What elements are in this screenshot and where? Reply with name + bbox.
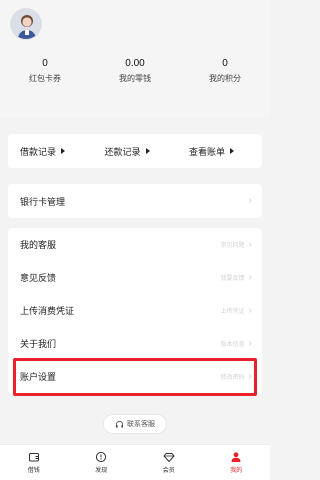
menu-item-label: 意见反馈 — [20, 273, 57, 283]
chevron-right-icon: › — [248, 195, 252, 206]
tab-bar: 借钱 发现 会员 我的 — [0, 444, 270, 480]
menu-item-label: 上传消费凭证 — [20, 306, 75, 316]
headset-icon — [115, 420, 124, 428]
wallet-icon — [28, 453, 39, 462]
bank-card: 银行卡管理 › — [8, 184, 262, 218]
record-label: 借款记录 — [20, 146, 57, 157]
chevron-right-icon: › — [248, 271, 252, 283]
menu-item-label: 关于我们 — [20, 339, 57, 349]
tab-label: 我的 — [230, 468, 243, 474]
contact-label: 联系客服 — [127, 421, 155, 428]
stat-label: 我的积分 — [209, 74, 241, 83]
chevron-right-icon: › — [248, 337, 252, 349]
tab-label: 借钱 — [27, 468, 40, 474]
repay-records-link[interactable]: 还款记录 — [91, 145, 162, 158]
highlight-box — [13, 358, 257, 396]
tab-borrow[interactable]: 借钱 — [0, 445, 68, 480]
caret-right-icon — [229, 148, 234, 154]
avatar[interactable] — [10, 8, 42, 40]
borrow-records-link[interactable]: 借款记录 — [8, 145, 91, 158]
tab-mine[interactable]: 我的 — [203, 445, 271, 480]
stat-coupons[interactable]: 0 红包卡券 — [0, 58, 90, 90]
compass-icon — [96, 451, 107, 463]
menu-item-customer-service[interactable]: 我的客服 常见问题 › — [8, 228, 262, 261]
record-label: 还款记录 — [104, 146, 141, 157]
caret-right-icon — [145, 148, 150, 154]
tab-discover[interactable]: 发现 — [68, 445, 136, 480]
menu-item-hint: 上传凭证 — [220, 309, 245, 315]
record-label: 查看账单 — [188, 146, 225, 157]
stats-bar: 0 红包卡券 0.00 我的零钱 0 我的积分 — [0, 58, 270, 90]
records-card: 借款记录 还款记录 查看账单 — [8, 134, 262, 168]
menu-item-label: 银行卡管理 — [20, 196, 66, 207]
menu-item-hint: 常见问题 — [220, 243, 245, 249]
tab-label: 发现 — [95, 468, 108, 474]
caret-right-icon — [61, 148, 66, 154]
diamond-icon — [163, 453, 175, 462]
tab-member[interactable]: 会员 — [135, 445, 203, 480]
menu-item-feedback[interactable]: 意见反馈 我要反馈 › — [8, 261, 262, 294]
menu-item-hint: 版本信息 — [220, 342, 245, 348]
stat-value: 0 — [222, 58, 228, 69]
stat-label: 我的零钱 — [119, 74, 151, 83]
chevron-right-icon: › — [248, 304, 252, 316]
menu-item-about-us[interactable]: 关于我们 版本信息 › — [8, 327, 262, 360]
stat-value: 0 — [42, 58, 48, 69]
menu-item-label: 我的客服 — [20, 240, 57, 250]
stat-label: 红包卡券 — [29, 74, 61, 83]
avatar-image — [11, 9, 41, 39]
user-icon — [231, 452, 241, 462]
stat-value: 0.00 — [125, 58, 145, 69]
view-bill-link[interactable]: 查看账单 — [163, 145, 262, 158]
contact-service-button[interactable]: 联系客服 — [103, 414, 167, 434]
menu-item-upload-receipt[interactable]: 上传消费凭证 上传凭证 › — [8, 294, 262, 327]
stat-change[interactable]: 0.00 我的零钱 — [90, 58, 180, 90]
tab-label: 会员 — [162, 468, 175, 474]
stat-points[interactable]: 0 我的积分 — [180, 58, 270, 90]
chevron-right-icon: › — [248, 238, 252, 250]
profile-header: 0 红包卡券 0.00 我的零钱 0 我的积分 — [0, 0, 270, 118]
menu-item-hint: 我要反馈 — [220, 276, 245, 282]
bank-card-management-item[interactable]: 银行卡管理 › — [8, 184, 262, 218]
